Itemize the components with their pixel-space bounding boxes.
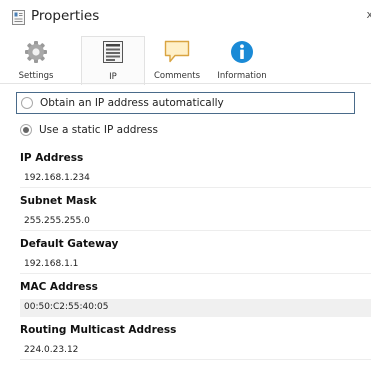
routing-multicast-label: Routing Multicast Address <box>20 324 177 336</box>
routing-multicast-field[interactable]: 224.0.23.12 <box>20 342 371 360</box>
tab-bar: Settings IP Comments Information <box>0 36 371 85</box>
default-gateway-field[interactable]: 192.168.1.1 <box>20 256 371 274</box>
subnet-mask-label: Subnet Mask <box>20 195 97 207</box>
tab-comments[interactable]: Comments <box>146 36 208 84</box>
comment-icon <box>164 40 190 68</box>
tab-divider <box>0 83 371 84</box>
tab-comments-label: Comments <box>153 71 201 81</box>
tab-ip[interactable]: IP <box>81 36 145 85</box>
tab-settings[interactable]: Settings <box>11 36 61 84</box>
radio-label: Use a static IP address <box>39 124 158 136</box>
radio-label: Obtain an IP address automatically <box>40 97 224 109</box>
ip-list-icon <box>103 41 123 67</box>
subnet-mask-field[interactable]: 255.255.255.0 <box>20 213 371 231</box>
ip-address-label: IP Address <box>20 152 84 164</box>
panel-title: Properties <box>31 8 100 24</box>
gear-icon <box>24 40 48 68</box>
panel-header: Properties x <box>0 0 371 36</box>
properties-icon <box>12 10 25 25</box>
radio-use-static[interactable]: Use a static IP address <box>0 120 371 142</box>
radio-button[interactable] <box>20 124 32 136</box>
tab-settings-label: Settings <box>18 71 54 81</box>
ip-address-field[interactable]: 192.168.1.234 <box>20 170 371 188</box>
radio-button[interactable] <box>21 97 33 109</box>
tab-information[interactable]: Information <box>210 36 274 84</box>
default-gateway-label: Default Gateway <box>20 238 119 250</box>
mac-address-value: 00:50:C2:55:40:05 <box>20 299 371 317</box>
radio-obtain-automatically[interactable]: Obtain an IP address automatically <box>16 92 355 114</box>
info-icon <box>230 40 254 68</box>
tab-information-label: Information <box>217 71 267 81</box>
tab-ip-label: IP <box>109 72 117 82</box>
close-button[interactable]: x <box>366 8 371 21</box>
mac-address-label: MAC Address <box>20 281 98 293</box>
